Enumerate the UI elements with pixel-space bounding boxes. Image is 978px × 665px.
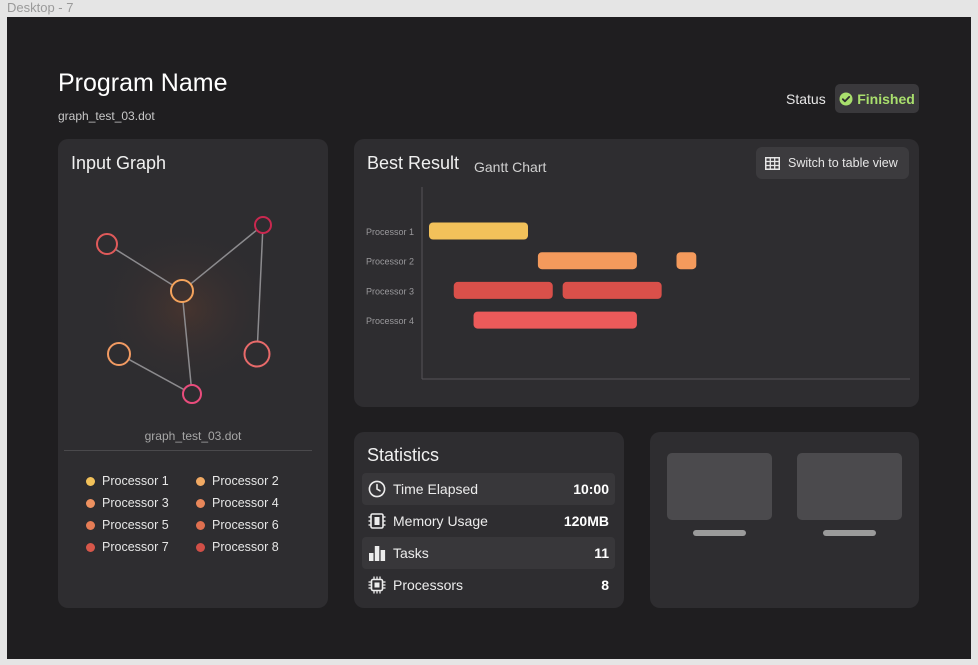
placeholder-thumbnail-1[interactable] bbox=[667, 453, 772, 520]
legend-color-dot bbox=[196, 542, 205, 552]
graph-glow bbox=[91, 224, 281, 394]
best-result-subtitle: Gantt Chart bbox=[474, 159, 547, 175]
legend-item: Processor 6 bbox=[196, 517, 306, 533]
graph-node[interactable] bbox=[254, 216, 272, 234]
graph-caption: graph_test_03.dot bbox=[144, 429, 242, 443]
gantt-task-bar[interactable] bbox=[537, 252, 637, 270]
program-file-name: graph_test_03.dot bbox=[58, 109, 155, 123]
legend-label: Processor 4 bbox=[212, 496, 279, 510]
graph-divider bbox=[64, 450, 312, 451]
statistics-list: Time Elapsed 10:00 Memory Usage 120MB Ta… bbox=[362, 473, 615, 601]
legend-label: Processor 3 bbox=[102, 496, 169, 510]
gantt-task-bar[interactable] bbox=[453, 281, 553, 299]
placeholder-caption-bar-1 bbox=[693, 530, 746, 536]
stat-row-time-elapsed: Time Elapsed 10:00 bbox=[362, 473, 615, 505]
legend-color-dot bbox=[86, 542, 95, 552]
status-value: Finished bbox=[857, 90, 915, 107]
processor-icon bbox=[368, 576, 386, 594]
statistics-card: Statistics Time Elapsed 10:00 Memory Usa… bbox=[354, 432, 624, 608]
legend-item: Processor 8 bbox=[196, 539, 306, 555]
desktop-frame: Program Name graph_test_03.dot Status Fi… bbox=[7, 17, 971, 659]
legend-item: Processor 1 bbox=[86, 473, 196, 489]
legend-label: Processor 8 bbox=[212, 540, 279, 554]
gantt-task-bar[interactable] bbox=[429, 222, 528, 240]
legend-label: Processor 5 bbox=[102, 518, 169, 532]
legend-label: Processor 2 bbox=[212, 474, 279, 488]
gantt-row-label: Processor 1 bbox=[366, 227, 414, 237]
statistics-title: Statistics bbox=[367, 445, 440, 465]
legend-color-dot bbox=[196, 498, 205, 508]
graph-node[interactable] bbox=[96, 233, 118, 255]
stat-row-processors: Processors 8 bbox=[362, 569, 615, 601]
memory-icon bbox=[368, 512, 386, 530]
graph-canvas[interactable] bbox=[58, 199, 328, 419]
clock-icon bbox=[368, 480, 386, 498]
stat-label: Processors bbox=[393, 577, 464, 593]
check-circle-icon bbox=[839, 92, 853, 106]
stat-label: Time Elapsed bbox=[393, 481, 479, 497]
gantt-task-bar[interactable] bbox=[676, 252, 697, 270]
stat-value: 11 bbox=[594, 545, 609, 561]
placeholder-thumbnail-2[interactable] bbox=[797, 453, 902, 520]
gantt-row-label: Processor 2 bbox=[366, 257, 414, 267]
stat-value: 8 bbox=[601, 577, 609, 593]
switch-to-table-button[interactable]: Switch to table view bbox=[756, 147, 909, 179]
bar-chart-icon bbox=[368, 544, 386, 562]
legend-color-dot bbox=[196, 520, 205, 530]
legend-item: Processor 3 bbox=[86, 495, 196, 511]
legend-item: Processor 4 bbox=[196, 495, 306, 511]
legend-color-dot bbox=[196, 476, 205, 486]
legend-color-dot bbox=[86, 520, 95, 530]
legend-item: Processor 5 bbox=[86, 517, 196, 533]
status-label: Status bbox=[786, 91, 826, 107]
legend-label: Processor 6 bbox=[212, 518, 279, 532]
stat-row-tasks: Tasks 11 bbox=[362, 537, 615, 569]
stat-label: Memory Usage bbox=[393, 513, 488, 529]
switch-button-label: Switch to table view bbox=[788, 156, 898, 170]
input-graph-title: Input Graph bbox=[71, 153, 167, 173]
gantt-row-label: Processor 4 bbox=[366, 316, 414, 326]
stat-value: 120MB bbox=[563, 513, 609, 529]
legend-label: Processor 7 bbox=[102, 540, 169, 554]
legend-item: Processor 2 bbox=[196, 473, 306, 489]
gantt-task-bar[interactable] bbox=[562, 281, 662, 299]
stat-label: Tasks bbox=[393, 545, 429, 561]
gantt-chart: Processor 1 Processor 2 Processor 3 Process… bbox=[366, 187, 910, 380]
frame-label: Desktop - 7 bbox=[7, 0, 74, 15]
status-badge: Finished bbox=[835, 84, 919, 113]
stat-row-memory-usage: Memory Usage 120MB bbox=[362, 505, 615, 537]
input-graph-card: Input Graph graph_test_03.dot Processor … bbox=[58, 139, 328, 608]
placeholder-card bbox=[650, 432, 919, 608]
program-title: Program Name bbox=[58, 69, 228, 97]
gantt-task-bar[interactable] bbox=[473, 311, 637, 329]
legend-color-dot bbox=[86, 498, 95, 508]
legend-label: Processor 1 bbox=[102, 474, 169, 488]
legend-color-dot bbox=[86, 476, 95, 486]
gantt-row-label: Processor 3 bbox=[366, 286, 414, 296]
table-icon bbox=[765, 156, 780, 170]
placeholder-caption-bar-2 bbox=[823, 530, 876, 536]
best-result-card: Processor 1 Processor 2 Processor 3 Process… bbox=[354, 139, 919, 407]
processor-legend: Processor 1 Processor 2 Processor 3 Process… bbox=[86, 473, 316, 555]
legend-item: Processor 7 bbox=[86, 539, 196, 555]
stat-value: 10:00 bbox=[573, 481, 609, 497]
best-result-title: Best Result bbox=[367, 153, 460, 173]
